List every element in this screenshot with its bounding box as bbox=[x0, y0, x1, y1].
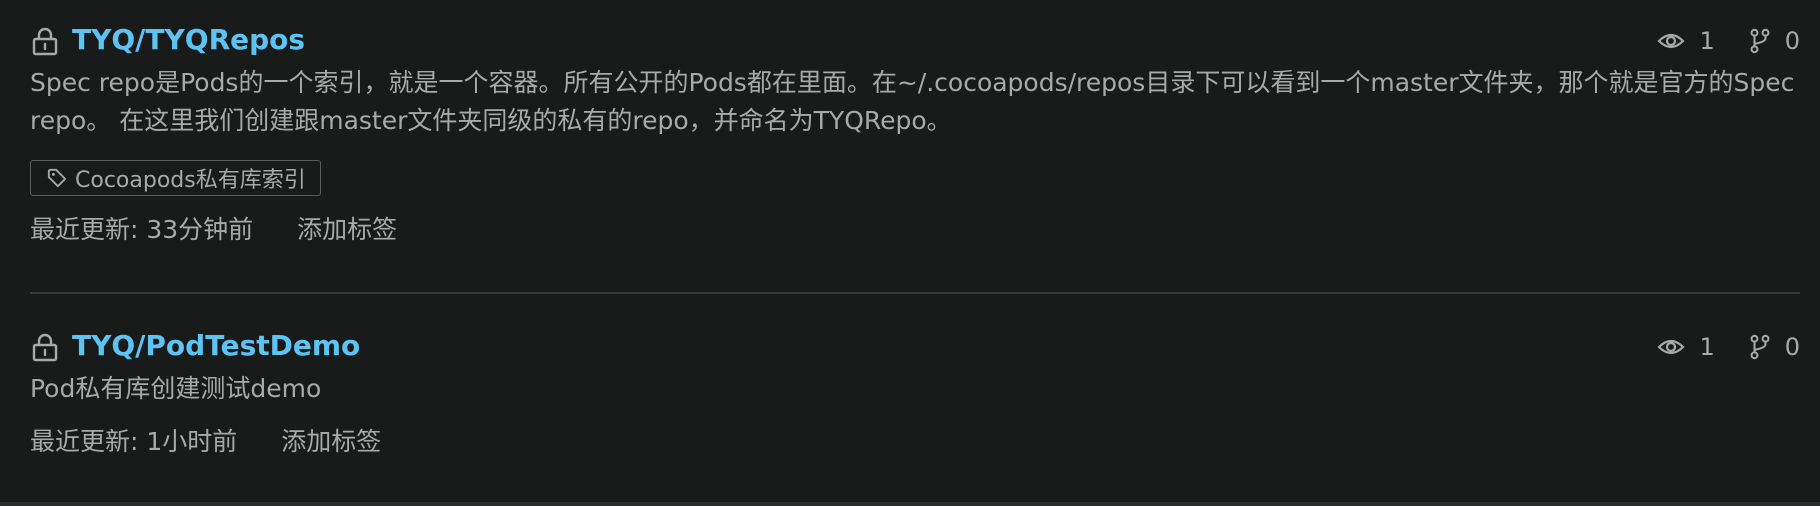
forks-stat[interactable]: 0 bbox=[1749, 332, 1800, 362]
watchers-stat[interactable]: 1 bbox=[1657, 332, 1715, 362]
repo-stats: 1 0 bbox=[1623, 332, 1800, 362]
fork-icon bbox=[1750, 334, 1770, 360]
repo-title-row: TYQ/TYQRepos 1 0 bbox=[30, 22, 1800, 58]
divider bbox=[30, 292, 1800, 294]
watchers-stat[interactable]: 1 bbox=[1657, 26, 1715, 56]
forks-count: 0 bbox=[1784, 333, 1800, 361]
topic-tag-label: Cocoapods私有库索引 bbox=[75, 168, 306, 193]
lock-icon bbox=[32, 27, 58, 56]
add-tag-link[interactable]: 添加标签 bbox=[281, 427, 381, 456]
repo-name-link[interactable]: TYQ/PodTestDemo bbox=[72, 328, 360, 364]
forks-stat[interactable]: 0 bbox=[1749, 26, 1800, 56]
lock-icon bbox=[32, 333, 58, 362]
repo-meta: 最近更新: 1小时前 添加标签 bbox=[30, 422, 1800, 462]
repo-meta: 最近更新: 33分钟前 添加标签 bbox=[30, 210, 1800, 250]
repo-stats: 1 0 bbox=[1623, 26, 1800, 56]
repo-description: Pod私有库创建测试demo bbox=[30, 374, 322, 403]
add-tag-link[interactable]: 添加标签 bbox=[297, 215, 397, 244]
fork-icon bbox=[1750, 28, 1770, 54]
eye-icon bbox=[1657, 339, 1685, 355]
tag-icon bbox=[47, 168, 67, 188]
updated-time: 最近更新: 33分钟前 bbox=[30, 215, 254, 244]
repo-title-row: TYQ/PodTestDemo 1 0 bbox=[30, 328, 1800, 364]
repo-item: TYQ/PodTestDemo 1 0 Pod私有库创建测试demo 最近更新:… bbox=[30, 328, 1800, 462]
forks-count: 0 bbox=[1784, 27, 1800, 55]
repo-description: Spec repo是Pods的一个索引，就是一个容器。所有公开的Pods都在里面… bbox=[30, 68, 1795, 135]
repo-item: TYQ/TYQRepos 1 0 Spec repo是Pods的一个索引，就是一… bbox=[30, 22, 1800, 250]
eye-icon bbox=[1657, 33, 1685, 49]
watchers-count: 1 bbox=[1699, 27, 1715, 55]
list-bottom-edge bbox=[0, 502, 1820, 506]
repo-name-link[interactable]: TYQ/TYQRepos bbox=[72, 22, 305, 58]
watchers-count: 1 bbox=[1699, 333, 1715, 361]
updated-time: 最近更新: 1小时前 bbox=[30, 427, 238, 456]
topic-tag[interactable]: Cocoapods私有库索引 bbox=[30, 160, 321, 196]
